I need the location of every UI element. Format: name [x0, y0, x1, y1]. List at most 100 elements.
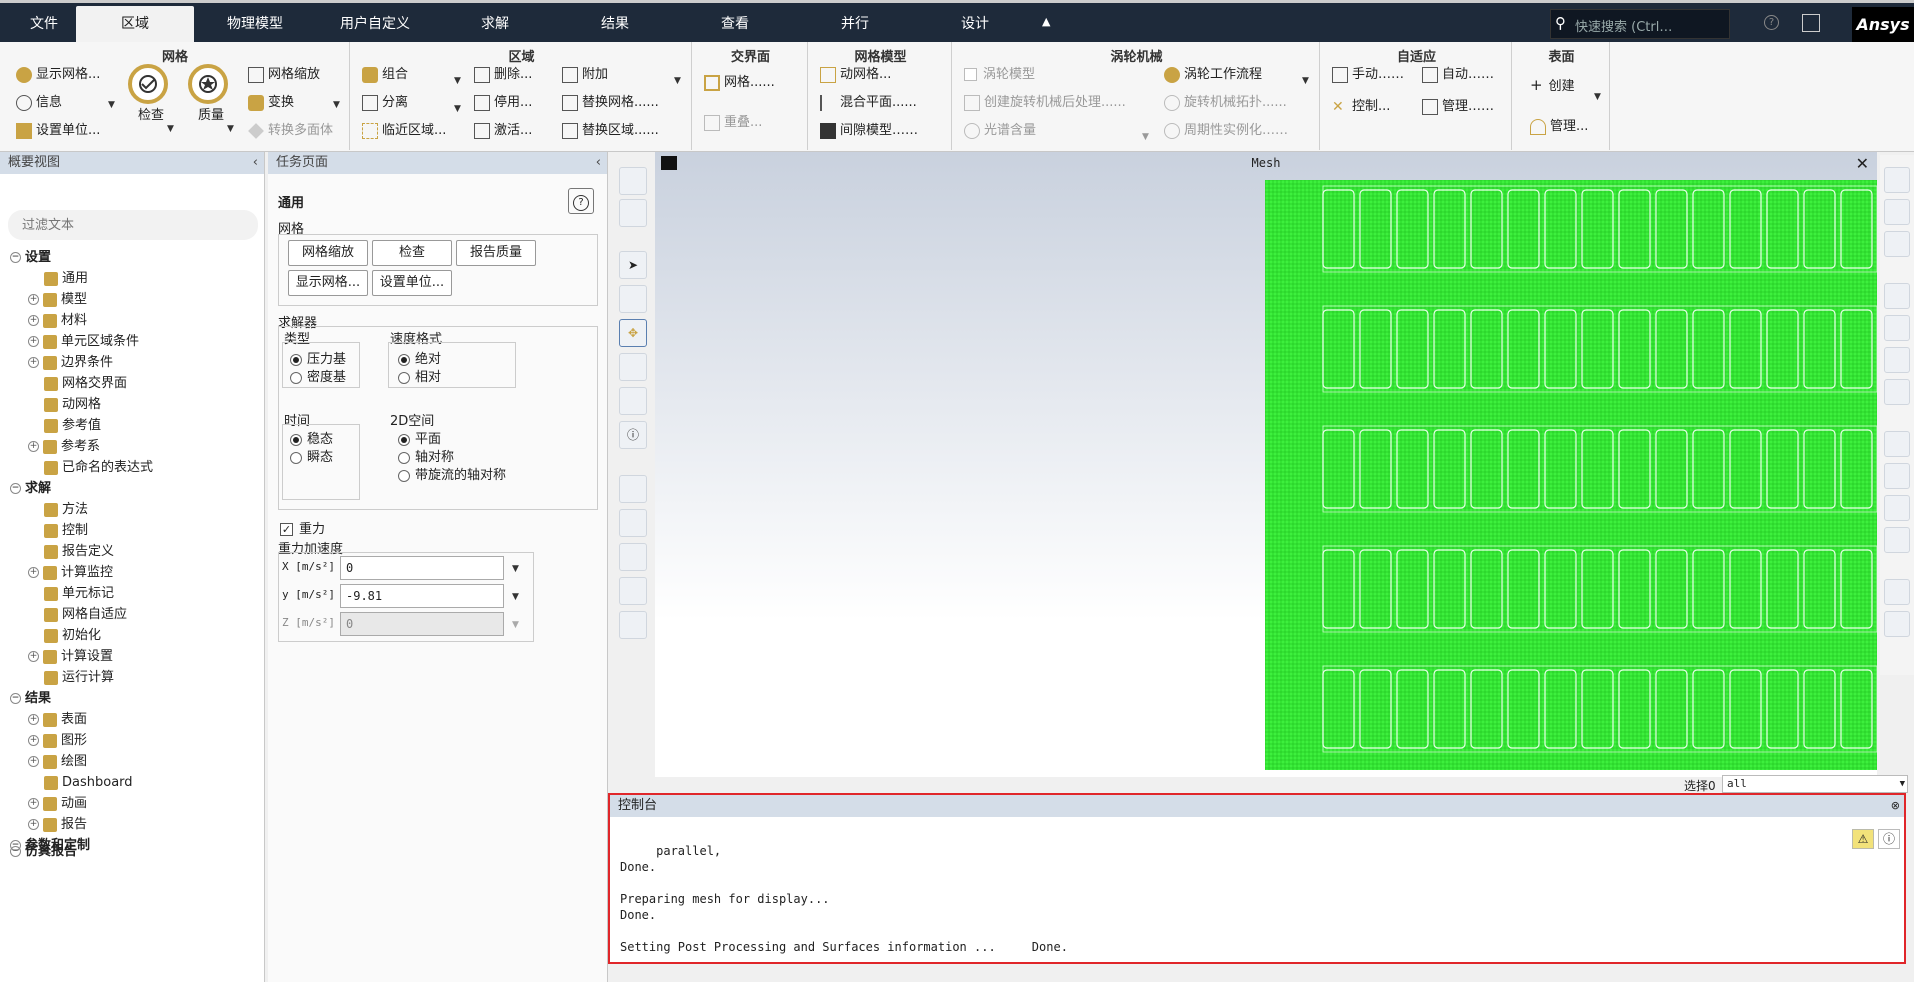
expand-node-icon[interactable]: +: [28, 294, 39, 305]
tree-item[interactable]: 动网格: [44, 395, 101, 415]
quick-search-input[interactable]: ⚲ 快速搜索 (Ctrl…: [1550, 9, 1730, 39]
gap-model-button[interactable]: 间隙模型……: [820, 120, 918, 142]
tree-item[interactable]: 单元标记: [44, 584, 114, 604]
tree-item[interactable]: + 表面: [28, 710, 87, 730]
tree-item[interactable]: − 仿真报告: [10, 842, 77, 862]
tree-item[interactable]: + 边界条件: [28, 353, 113, 373]
selection-dropdown[interactable]: all ▼: [1722, 775, 1908, 793]
tree-item[interactable]: 网格自适应: [44, 605, 127, 625]
probe-info-icon[interactable]: ⓘ: [619, 421, 647, 449]
pan-icon[interactable]: ✥: [619, 319, 647, 347]
absolute-radio[interactable]: 绝对: [398, 348, 441, 367]
quality-button[interactable]: 质量: [188, 64, 234, 123]
deactivate-button[interactable]: 停用...: [474, 92, 532, 114]
adapt-control-button[interactable]: ✕ 控制...: [1332, 96, 1390, 118]
gravity-checkbox[interactable]: ✓ 重力: [280, 518, 325, 537]
replace-mesh-button[interactable]: 替换网格......: [562, 92, 659, 114]
tree-item[interactable]: + 报告: [28, 815, 87, 835]
x-accel-dropdown-icon[interactable]: ▼: [512, 564, 519, 574]
y-accel-input[interactable]: -9.81: [340, 584, 504, 608]
snapshot-icon[interactable]: [1884, 611, 1910, 637]
append-dropdown-icon[interactable]: ▼: [674, 76, 681, 86]
tree-item[interactable]: + 计算设置: [28, 647, 113, 667]
filter-text-input[interactable]: [8, 210, 258, 240]
expand-node-icon[interactable]: +: [28, 336, 39, 347]
tree-item[interactable]: 已命名的表达式: [44, 458, 153, 478]
tree-item[interactable]: + 图形: [28, 731, 87, 751]
expand-node-icon[interactable]: +: [28, 315, 39, 326]
menu-tab-solve[interactable]: 求解: [440, 6, 550, 42]
tree-item[interactable]: 初始化: [44, 626, 101, 646]
expand-node-icon[interactable]: +: [28, 798, 39, 809]
pressure-based-radio[interactable]: 压力基: [290, 348, 346, 367]
transform-button[interactable]: 变换: [248, 92, 294, 114]
check-dropdown-icon[interactable]: ▼: [167, 124, 174, 134]
combine-dropdown-icon[interactable]: ▼: [454, 76, 461, 86]
eye-hide-icon[interactable]: [1884, 315, 1910, 341]
tree-item[interactable]: 控制: [44, 521, 88, 541]
mesh-display[interactable]: [1265, 180, 1877, 770]
collapse-node-icon[interactable]: −: [10, 483, 21, 494]
tree-item[interactable]: Dashboard: [44, 773, 133, 793]
tree-item[interactable]: 运行计算: [44, 668, 114, 688]
mixing-plane-button[interactable]: 混合平面......: [820, 92, 917, 114]
zoom-out-icon[interactable]: [619, 543, 647, 571]
collapse-node-icon[interactable]: −: [10, 846, 21, 857]
turbo-workflow-button[interactable]: 涡轮工作流程: [1164, 64, 1262, 86]
tree-item[interactable]: − 设置: [10, 248, 51, 268]
overlap-button[interactable]: 重叠...: [704, 112, 762, 134]
slider-icon[interactable]: [1884, 463, 1910, 489]
tree-item[interactable]: + 参考系: [28, 437, 100, 457]
tree-item[interactable]: − 求解: [10, 479, 51, 499]
check-task-button[interactable]: 检查: [372, 240, 452, 266]
fit-view-icon[interactable]: [619, 475, 647, 503]
tree-item[interactable]: 通用: [44, 269, 88, 289]
layers-icon[interactable]: [1884, 347, 1910, 373]
tree-item[interactable]: 报告定义: [44, 542, 114, 562]
leaf-icon[interactable]: [1884, 199, 1910, 225]
warning-icon[interactable]: ⚠: [1852, 829, 1874, 849]
spectral-dropdown-icon[interactable]: ▼: [1142, 132, 1149, 142]
close-graphics-icon[interactable]: ✕: [1856, 154, 1869, 173]
copy-icon[interactable]: [1884, 579, 1910, 605]
collapse-task-icon[interactable]: ‹: [596, 152, 601, 174]
x-accel-input[interactable]: 0: [340, 556, 504, 580]
menu-tab-view[interactable]: 查看: [680, 6, 790, 42]
append-button[interactable]: 附加: [562, 64, 608, 86]
transform-dropdown-icon[interactable]: ▼: [333, 100, 340, 110]
create-turbo-post-button[interactable]: 创建旋转机械后处理......: [964, 92, 1126, 114]
menu-tab-parallel[interactable]: 并行: [800, 6, 910, 42]
lock-icon[interactable]: [619, 611, 647, 639]
create-surface-button[interactable]: + 创建: [1530, 74, 1575, 96]
periodic-instancing-button[interactable]: 周期性实例化……: [1164, 120, 1288, 142]
help-icon[interactable]: ?: [1764, 15, 1779, 30]
steady-radio[interactable]: 稳态: [290, 428, 333, 447]
collapse-panel-icon[interactable]: ‹: [253, 152, 258, 174]
eye-icon[interactable]: [1884, 283, 1910, 309]
replace-zone-button[interactable]: 替换区域......: [562, 120, 659, 142]
tree-item[interactable]: + 计算监控: [28, 563, 113, 583]
expand-node-icon[interactable]: +: [28, 735, 39, 746]
delete-zone-button[interactable]: 删除...: [474, 64, 532, 86]
expand-node-icon[interactable]: +: [28, 441, 39, 452]
create-dropdown-icon[interactable]: ▼: [1594, 92, 1601, 102]
y-accel-dropdown-icon[interactable]: ▼: [512, 592, 519, 602]
curve-icon[interactable]: [1884, 379, 1910, 405]
display-mesh-task-button[interactable]: 显示网格...: [288, 270, 368, 296]
menu-tab-domain[interactable]: 区域: [76, 6, 194, 42]
rotate-icon[interactable]: [619, 285, 647, 313]
zoom-box-icon[interactable]: [619, 387, 647, 415]
info-button[interactable]: 信息: [16, 92, 62, 114]
plot-icon[interactable]: [1884, 431, 1910, 457]
axisymmetric-swirl-radio[interactable]: 带旋流的轴对称: [398, 464, 506, 483]
info-dropdown-icon[interactable]: ▼: [108, 100, 115, 110]
expand-node-icon[interactable]: +: [28, 714, 39, 725]
tree-item[interactable]: − 结果: [10, 689, 51, 709]
z-accel-dropdown-icon[interactable]: ▼: [512, 620, 519, 630]
manage-surface-button[interactable]: 管理...: [1530, 116, 1588, 138]
expand-node-icon[interactable]: +: [28, 651, 39, 662]
separate-dropdown-icon[interactable]: ▼: [454, 104, 461, 114]
interface-mesh-button[interactable]: 网格......: [704, 72, 775, 94]
activate-button[interactable]: 激活...: [474, 120, 532, 142]
tree-item[interactable]: 参考值: [44, 416, 101, 436]
